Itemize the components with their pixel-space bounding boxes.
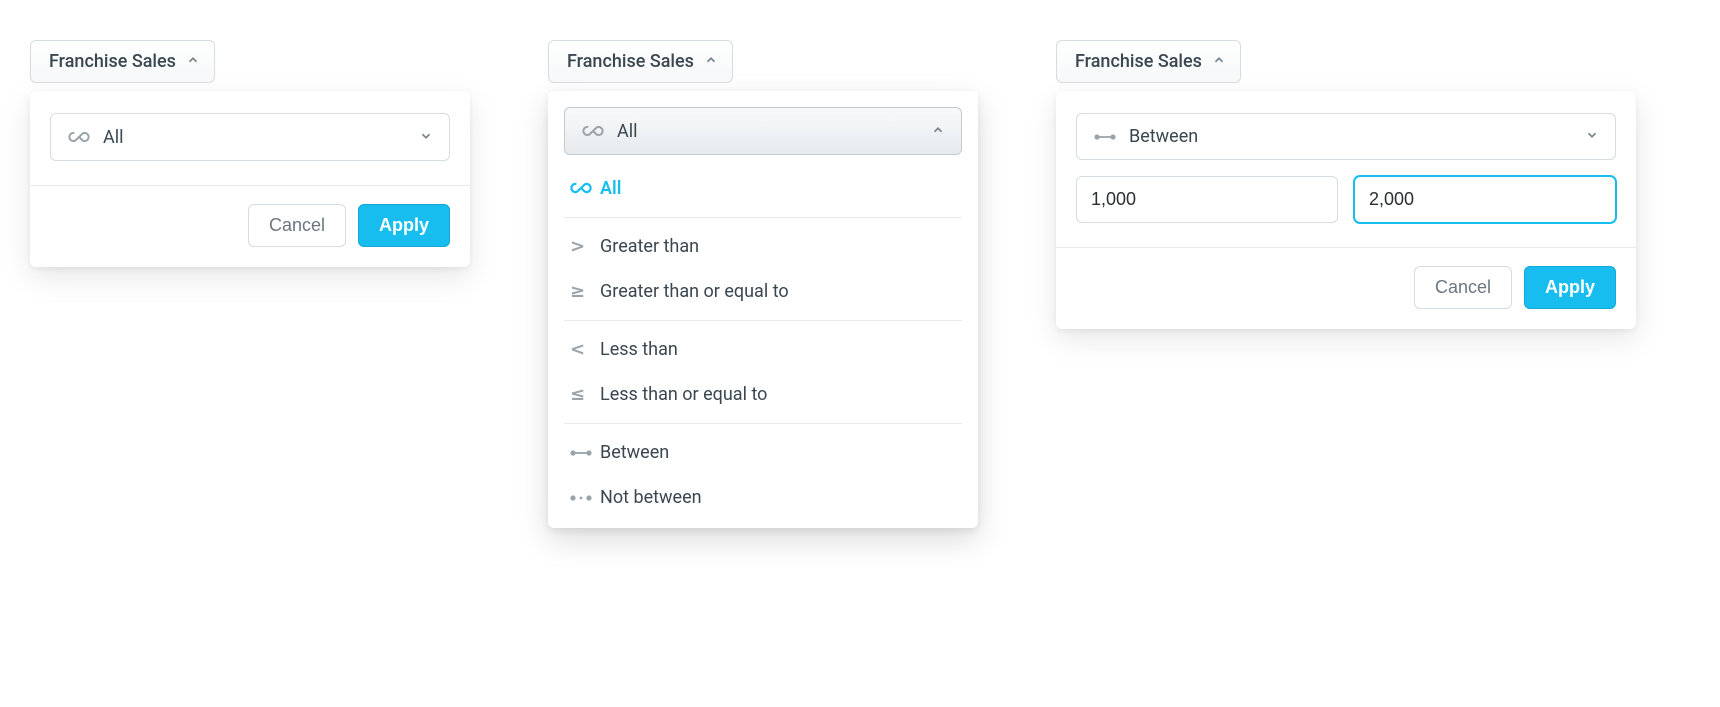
chevron-down-icon [419,127,433,148]
option-label: Less than or equal to [600,384,767,405]
range-from-input[interactable] [1076,176,1338,223]
filter-panel-collapsed: Franchise Sales All Cancel Apply [30,40,470,267]
cancel-button[interactable]: Cancel [1414,266,1512,309]
option-less-than[interactable]: < Less than [564,327,962,372]
option-label: Between [600,442,669,463]
range-to-input[interactable] [1354,176,1616,223]
chevron-down-icon [1585,126,1599,147]
option-label: Greater than or equal to [600,281,789,302]
chevron-up-icon [931,121,945,142]
field-pill[interactable]: Franchise Sales [548,40,733,83]
filter-card: All All > Greater than ≥ Greater than or… [548,91,978,528]
range-inputs [1076,176,1616,223]
operator-selector[interactable]: All [50,113,450,161]
option-label: Not between [600,487,702,508]
menu-separator [564,320,962,321]
field-name: Franchise Sales [1075,51,1202,72]
option-less-than-or-equal[interactable]: ≤ Less than or equal to [564,372,962,417]
filter-panel-open-menu: Franchise Sales All All > Gr [548,40,978,528]
option-between[interactable]: Between [564,430,962,475]
filter-card: Between Cancel Apply [1056,91,1636,329]
operator-label: All [103,127,419,148]
option-label: Less than [600,339,678,360]
chevron-up-icon [1212,51,1226,72]
chevron-up-icon [186,51,200,72]
menu-separator [564,423,962,424]
operator-label: Between [1129,126,1585,147]
filter-card: All Cancel Apply [30,91,470,267]
operator-selector[interactable]: Between [1076,113,1616,160]
not-between-icon [570,493,600,503]
option-not-between[interactable]: Not between [564,475,962,520]
option-label: All [600,178,621,199]
field-pill[interactable]: Franchise Sales [1056,40,1241,83]
infinity-icon [67,126,91,148]
between-icon [570,448,600,458]
apply-button[interactable]: Apply [358,204,450,247]
menu-separator [564,217,962,218]
cancel-button[interactable]: Cancel [248,204,346,247]
option-greater-than-or-equal[interactable]: ≥ Greater than or equal to [564,269,962,314]
gt-icon: > [570,236,600,257]
operator-selector[interactable]: All [564,107,962,155]
chevron-up-icon [704,51,718,72]
lt-icon: < [570,339,600,360]
option-all[interactable]: All [564,165,962,211]
filter-panel-between: Franchise Sales Between Cancel Apply [1056,40,1636,329]
actions-row: Cancel Apply [50,186,450,247]
field-name: Franchise Sales [567,51,694,72]
option-label: Greater than [600,236,699,257]
infinity-icon [570,177,600,199]
field-pill[interactable]: Franchise Sales [30,40,215,83]
apply-button[interactable]: Apply [1524,266,1616,309]
lte-icon: ≤ [570,384,600,405]
between-icon [1093,132,1117,142]
gte-icon: ≥ [570,281,600,302]
option-greater-than[interactable]: > Greater than [564,224,962,269]
field-name: Franchise Sales [49,51,176,72]
actions-row: Cancel Apply [1076,248,1616,309]
operator-label: All [617,121,931,142]
infinity-icon [581,120,605,142]
